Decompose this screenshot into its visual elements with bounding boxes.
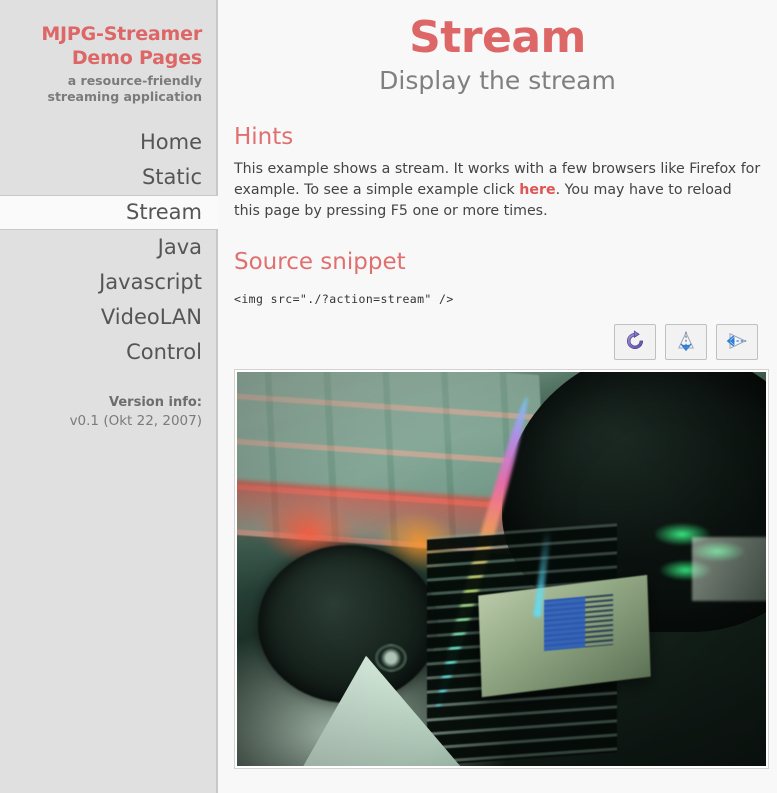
source-snippet-heading: Source snippet [234,249,406,275]
page-subtitle: Display the stream [379,66,616,95]
stream-image-frame [234,369,769,769]
board-traces [543,593,613,651]
brand-title: MJPG-Streamer Demo Pages [6,22,202,70]
sidebar-item-static[interactable]: Static [0,160,216,195]
hints-heading: Hints [234,124,294,150]
sidebar-item-java[interactable]: Java [0,230,216,265]
version-label: Version info: [109,395,202,410]
stream-image[interactable] [237,372,766,766]
sidebar-item-stream[interactable]: Stream [0,195,218,230]
rotate-button[interactable] [614,324,656,360]
mirror-horizontal-icon [726,330,748,355]
brand-title-line2: Demo Pages [71,47,202,69]
sidebar-item-javascript[interactable]: Javascript [0,265,216,300]
page-root: MJPG-Streamer Demo Pages a resource-frie… [0,0,777,793]
hints-here-link[interactable]: here [519,182,555,198]
main-content: Stream Display the stream Hints This exa… [218,0,777,793]
page-title: Stream [409,12,586,63]
stream-controls [234,324,761,360]
cooling-fan [258,545,439,703]
sidebar-nav: Home Static Stream Java Javascript Video… [0,125,218,370]
mirror-vertical-icon [675,330,697,355]
brand-block: MJPG-Streamer Demo Pages a resource-frie… [0,22,216,105]
mirror-vertical-button[interactable] [665,324,707,360]
rotate-icon [624,329,646,355]
brand-title-line1: MJPG-Streamer [41,23,202,45]
version-value: v0.1 (Okt 22, 2007) [69,413,202,429]
mirror-horizontal-button[interactable] [716,324,758,360]
brand-subtitle: a resource-friendly streaming applicatio… [47,73,203,104]
sidebar: MJPG-Streamer Demo Pages a resource-frie… [0,0,218,793]
sidebar-item-home[interactable]: Home [0,125,216,160]
version-info: Version info: v0.1 (Okt 22, 2007) [0,394,216,431]
fan-hub [374,643,407,672]
sidebar-item-videolan[interactable]: VideoLAN [0,300,216,335]
background-highlight [691,537,766,601]
source-snippet-code: <img src="./?action=stream" /> [234,292,454,306]
sidebar-item-control[interactable]: Control [0,335,216,370]
hints-paragraph: This example shows a stream. It works wi… [234,159,761,222]
